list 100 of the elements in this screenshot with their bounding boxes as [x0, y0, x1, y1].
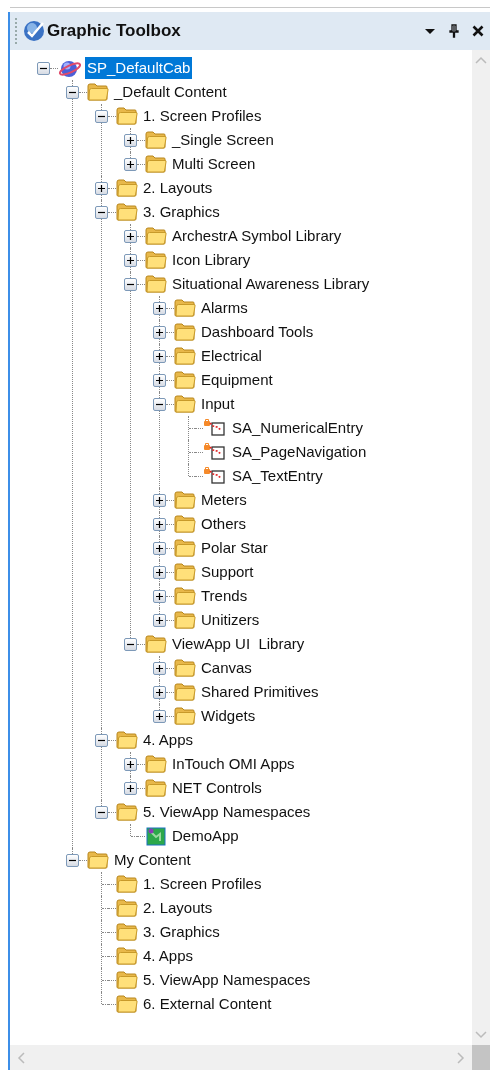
minus-icon [98, 737, 105, 744]
expand-button[interactable] [153, 350, 166, 363]
tree-item[interactable]: Equipment [199, 369, 275, 391]
tree-item[interactable]: SA_PageNavigation [230, 441, 369, 463]
plus-icon [156, 569, 163, 576]
minus-icon [98, 209, 105, 216]
expand-button[interactable] [153, 566, 166, 579]
folder-icon [145, 251, 167, 269]
tree-item[interactable]: SA_TextEntry [230, 465, 325, 487]
expand-button[interactable] [153, 518, 166, 531]
expand-button[interactable] [95, 182, 108, 195]
tree-item[interactable]: 5. ViewApp Namespaces [141, 969, 313, 991]
tree-item[interactable]: Electrical [199, 345, 264, 367]
tree-item[interactable]: InTouch OMI Apps [170, 753, 297, 775]
tree-item[interactable]: Canvas [199, 657, 254, 679]
tree-item[interactable]: 4. Apps [141, 729, 196, 751]
minus-icon [69, 857, 76, 864]
folder-icon [116, 923, 138, 941]
plus-icon [156, 521, 163, 528]
collapse-button[interactable] [124, 638, 137, 651]
plus-icon [156, 329, 163, 336]
plus-icon [156, 545, 163, 552]
expand-button[interactable] [153, 590, 166, 603]
tree-item[interactable]: 3. Graphics [141, 921, 222, 943]
folder-icon [174, 563, 196, 581]
collapse-button[interactable] [66, 854, 79, 867]
collapse-button[interactable] [153, 398, 166, 411]
plus-icon [127, 257, 134, 264]
chevron-down-icon [475, 1031, 487, 1039]
tree-item[interactable]: 1. Screen Profiles [141, 873, 264, 895]
tree-item[interactable]: Polar Star [199, 537, 270, 559]
folder-icon [145, 131, 167, 149]
chevron-up-icon [475, 56, 487, 64]
folder-icon [174, 515, 196, 533]
tree-item[interactable]: Input [199, 393, 237, 415]
tree-item[interactable]: SA_NumericalEntry [230, 417, 365, 439]
expand-button[interactable] [124, 134, 137, 147]
tree-item[interactable]: ArchestrA Symbol Library [170, 225, 344, 247]
toolbox-logo-icon [23, 20, 45, 42]
tree-item[interactable]: DemoApp [170, 825, 241, 847]
tree-item[interactable]: My Content [112, 849, 193, 871]
folder-icon [87, 83, 109, 101]
expand-button[interactable] [153, 374, 166, 387]
tree-item[interactable]: NET Controls [170, 777, 264, 799]
collapse-button[interactable] [95, 206, 108, 219]
tree-item[interactable]: 1. Screen Profiles [141, 105, 264, 127]
app-icon [145, 826, 167, 846]
tree-item[interactable]: 6. External Content [141, 993, 274, 1015]
tree-item[interactable]: Support [199, 561, 256, 583]
tree-item[interactable]: 5. ViewApp Namespaces [141, 801, 313, 823]
tree-item[interactable]: Dashboard Tools [199, 321, 316, 343]
collapse-button[interactable] [95, 806, 108, 819]
tree-item[interactable]: Alarms [199, 297, 250, 319]
expand-button[interactable] [124, 254, 137, 267]
expand-button[interactable] [124, 230, 137, 243]
globe-icon [58, 58, 82, 78]
gripper-icon[interactable] [15, 18, 18, 44]
folder-icon [145, 779, 167, 797]
folder-icon [174, 491, 196, 509]
expand-button[interactable] [153, 710, 166, 723]
collapse-button[interactable] [95, 110, 108, 123]
expand-button[interactable] [124, 782, 137, 795]
expand-button[interactable] [153, 302, 166, 315]
expand-button[interactable] [153, 542, 166, 555]
tree-item[interactable]: Multi Screen [170, 153, 258, 175]
symbol-icon [203, 466, 227, 486]
tree-item[interactable]: 2. Layouts [141, 897, 215, 919]
collapse-button[interactable] [95, 734, 108, 747]
chevron-left-icon [17, 1051, 25, 1064]
expand-button[interactable] [153, 494, 166, 507]
tree-item[interactable]: SP_DefaultCab [85, 57, 193, 79]
expand-button[interactable] [153, 326, 166, 339]
tree-item[interactable]: Others [199, 513, 248, 535]
tree-item[interactable]: 4. Apps [141, 945, 196, 967]
folder-icon [116, 203, 138, 221]
expand-button[interactable] [153, 686, 166, 699]
tree-item[interactable]: Meters [199, 489, 249, 511]
minus-icon [127, 281, 134, 288]
collapse-button[interactable] [66, 86, 79, 99]
expand-button[interactable] [153, 662, 166, 675]
expand-button[interactable] [124, 158, 137, 171]
collapse-button[interactable] [124, 278, 137, 291]
tree-item[interactable]: 2. Layouts [141, 177, 215, 199]
collapse-button[interactable] [37, 62, 50, 75]
tree-item[interactable]: _Default Content [112, 81, 229, 103]
folder-icon [116, 731, 138, 749]
tree-item[interactable]: ViewApp UI Library [170, 633, 307, 655]
tree-item[interactable]: Trends [199, 585, 250, 607]
plus-icon [156, 689, 163, 696]
tree-item[interactable]: 3. Graphics [141, 201, 222, 223]
tree-item[interactable]: Widgets [199, 705, 258, 727]
tree-item[interactable]: Shared Primitives [199, 681, 321, 703]
tree-item[interactable]: _Single Screen [170, 129, 276, 151]
tree-item[interactable]: Icon Library [170, 249, 253, 271]
folder-icon [116, 947, 138, 965]
expand-button[interactable] [124, 758, 137, 771]
tree-item[interactable]: Unitizers [199, 609, 262, 631]
tree-item[interactable]: Situational Awareness Library [170, 273, 372, 295]
expand-button[interactable] [153, 614, 166, 627]
minus-icon [156, 401, 163, 408]
